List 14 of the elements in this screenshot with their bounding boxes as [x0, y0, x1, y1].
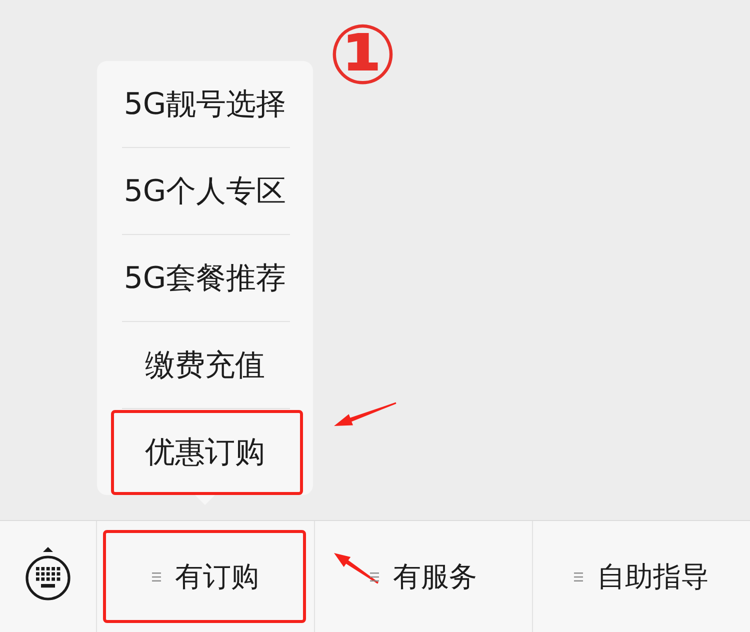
- menu-icon: [370, 572, 379, 582]
- menu-item[interactable]: 5G个人专区: [97, 148, 313, 234]
- menu-item[interactable]: 5G套餐推荐: [97, 235, 313, 321]
- menu-item[interactable]: 优惠订购: [97, 409, 313, 495]
- keyboard-icon[interactable]: [24, 546, 72, 600]
- menu-tab[interactable]: 有服务: [315, 521, 532, 632]
- menu-tab[interactable]: 有订购: [97, 521, 314, 632]
- arrow-icon: [332, 551, 380, 585]
- menu-tab[interactable]: 自助指导: [533, 521, 750, 632]
- menu-item[interactable]: 5G靓号选择: [97, 61, 313, 147]
- menu-icon: [574, 572, 583, 582]
- step-number: ①: [328, 15, 398, 97]
- menu-icon: [152, 572, 161, 582]
- menu-item[interactable]: 缴费充值: [97, 322, 313, 408]
